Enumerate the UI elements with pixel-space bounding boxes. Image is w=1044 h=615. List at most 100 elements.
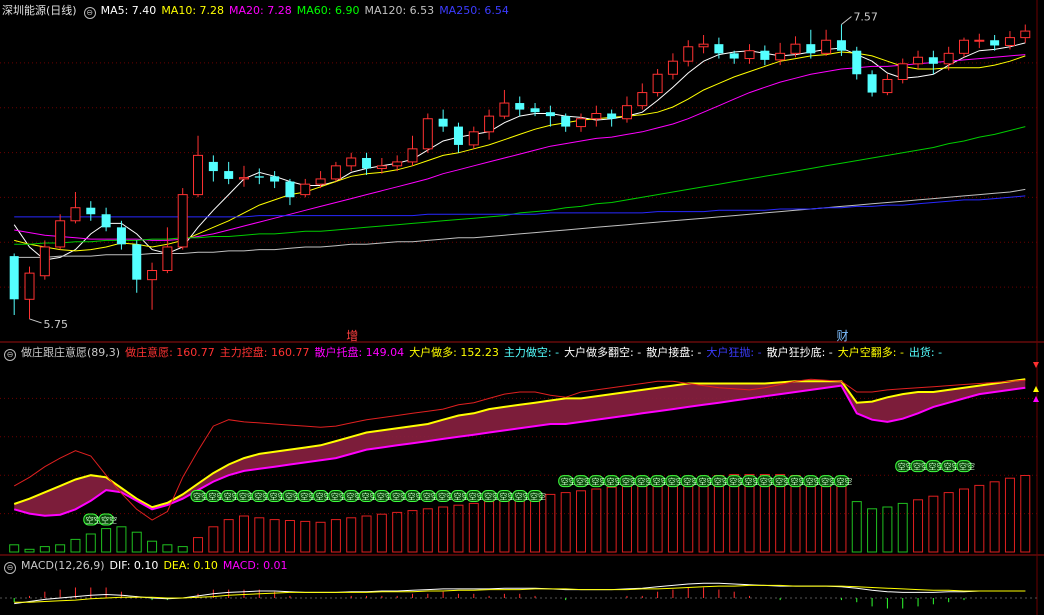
indicator-bar	[330, 519, 341, 553]
collapse-circle-icon[interactable]: ⊖	[4, 349, 16, 361]
indicator-bar	[943, 492, 954, 553]
ind-g: 散户接盘: -	[646, 346, 702, 359]
candle-down	[116, 227, 126, 245]
candle-up	[70, 207, 81, 222]
stock-chart: 7.575.75增 财空空 空空空空 空空 空空 空空 空空 空空 空空 空空 空空 空空 空空 空空 空空…	[0, 0, 1044, 615]
candle-up	[698, 43, 709, 48]
candle-up	[744, 50, 755, 60]
candle-up	[1020, 30, 1031, 39]
candle-up	[958, 39, 969, 54]
candle-up	[913, 56, 924, 65]
indicator-bar	[254, 517, 265, 553]
indicator-bar	[223, 519, 234, 553]
indicator-bar	[576, 490, 587, 553]
candle-down	[438, 118, 448, 127]
candle-down	[254, 176, 264, 178]
candle-up	[683, 46, 694, 62]
candle-up	[330, 165, 341, 180]
candle-down	[806, 44, 816, 54]
indicator-bar	[499, 499, 510, 553]
candle-down	[561, 116, 571, 127]
ind-d: 大户做多: 152.23	[409, 346, 499, 359]
dif-label: DIF: 0.10	[109, 559, 159, 572]
stock-title[interactable]: 深圳能源(日线)	[2, 4, 77, 17]
indicator-bar	[913, 499, 924, 553]
candle-up	[882, 78, 893, 94]
dif-line	[14, 582, 1026, 605]
candle-up	[468, 131, 479, 146]
indicator-bar	[116, 526, 127, 553]
indicator-title[interactable]: 做庄跟庄意愿(89,3)	[21, 346, 120, 359]
candle-up	[392, 161, 403, 167]
candle-up	[637, 92, 648, 107]
price-legend: 深圳能源(日线) ⊖ MA5: 7.40 MA10: 7.28 MA20: 7.28 MA…	[2, 2, 514, 19]
indicator-bar	[193, 537, 204, 553]
indicator-bar	[821, 476, 832, 553]
candle-up	[162, 246, 173, 272]
candle-up	[376, 165, 387, 169]
candle-down	[270, 176, 280, 182]
indicator-bar	[1004, 477, 1015, 553]
settings-circle-icon[interactable]: ⊖	[83, 7, 96, 19]
ind-i: 散户狂抄底: -	[766, 346, 833, 359]
indicator-bar	[805, 475, 816, 553]
indicator-bar	[836, 477, 847, 553]
indicator-bar	[974, 484, 985, 553]
candle-up	[422, 118, 433, 150]
candle-up	[621, 105, 632, 120]
indicator-bar	[606, 486, 617, 553]
indicator-bar	[867, 508, 878, 553]
indicator-bar	[545, 493, 556, 553]
red-arrow-marker	[1033, 362, 1039, 368]
candle-down	[362, 157, 372, 169]
indicator-bar	[85, 533, 96, 553]
candle-down	[515, 103, 525, 110]
indicator-bar	[407, 510, 418, 553]
candle-down	[453, 126, 463, 145]
indicator-bar	[55, 544, 66, 553]
indicator-legend: ⊖ 做庄跟庄意愿(89,3) 做庄意愿: 160.77 主力控盘: 160.77 散户托…	[2, 344, 947, 361]
indicator-bar	[958, 488, 969, 553]
indicator-bar	[177, 546, 188, 553]
macd-circle-icon[interactable]: ⊖	[4, 562, 16, 574]
candle-up	[667, 60, 678, 75]
signal-pill-text: 空空	[530, 492, 546, 502]
candle-up	[775, 52, 786, 61]
candle-down	[990, 40, 1000, 46]
candle-down	[852, 50, 862, 75]
candle-up	[499, 102, 510, 117]
ma5-label: MA5: 7.40	[100, 4, 157, 17]
indicator-bar	[989, 481, 1000, 553]
ma10-label: MA10: 7.28	[161, 4, 225, 17]
macd-title[interactable]: MACD(12,26,9)	[21, 559, 105, 572]
indicator-bar	[560, 492, 571, 553]
candle-down	[224, 171, 234, 179]
candle-up	[300, 183, 311, 196]
indicator-band-top	[13, 378, 1026, 509]
ma-line-ma250	[14, 195, 1026, 218]
ind-f: 大户做多翻空: -	[564, 346, 642, 359]
yellow-arrow-marker	[1033, 386, 1039, 392]
indicator-bar	[591, 488, 602, 553]
ind-e: 主力做空: -	[503, 346, 560, 359]
candle-up	[177, 194, 188, 248]
indicator-bar	[39, 546, 50, 553]
candle-up	[238, 177, 249, 180]
ind-c: 散户托盘: 149.04	[314, 346, 405, 359]
candle-down	[928, 57, 938, 64]
ind-j: 大户空翻多: -	[837, 346, 904, 359]
high-label: 7.57	[853, 11, 878, 24]
candle-up	[591, 113, 602, 120]
indicator-bar	[346, 517, 357, 553]
indicator-bar	[162, 544, 173, 553]
indicator-bar	[484, 501, 495, 553]
indicator-bar	[698, 475, 709, 553]
indicator-bar	[70, 538, 81, 553]
indicator-bar	[24, 548, 35, 553]
candle-down	[9, 256, 19, 300]
indicator-bar	[238, 515, 249, 553]
magenta-arrow-marker	[1033, 396, 1039, 402]
ind-b: 主力控盘: 160.77	[219, 346, 310, 359]
candle-up	[39, 246, 50, 277]
candle-up	[484, 115, 495, 133]
